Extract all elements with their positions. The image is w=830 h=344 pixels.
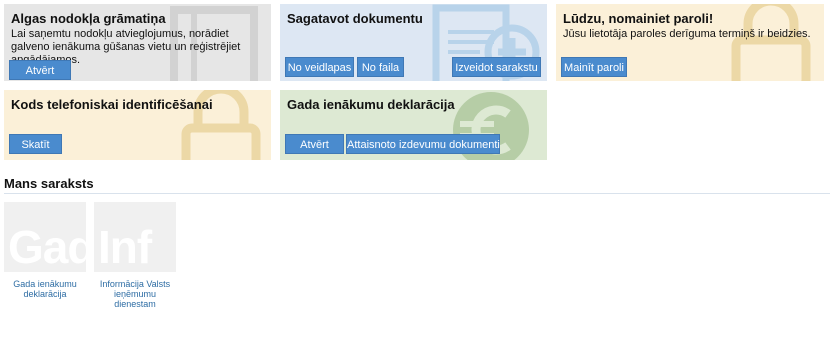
- tile-kods-telefoniskai: Kods telefoniskai identificēšanai Skatīt: [4, 90, 271, 160]
- from-template-button[interactable]: No veidlapas: [285, 57, 354, 77]
- list-item-thumbnail[interactable]: Inf: [94, 202, 176, 272]
- tile-nomainiet-paroli: Lūdzu, nomainiet paroli! Jūsu lietotāja …: [556, 4, 824, 81]
- tile-title: Sagatavot dokumentu: [287, 11, 423, 26]
- view-button[interactable]: Skatīt: [9, 134, 62, 154]
- thumbnail-text: Gad: [8, 221, 86, 272]
- tile-title: Algas nodokļa grāmatiņa: [11, 11, 166, 26]
- from-file-button[interactable]: No faila: [357, 57, 404, 77]
- list-item-thumbnail[interactable]: Gad: [4, 202, 86, 272]
- change-password-button[interactable]: Mainīt paroli: [561, 57, 627, 77]
- tile-gada-deklaracija: Gada ienākumu deklarācija Atvērt Attaisn…: [280, 90, 547, 160]
- tile-title: Kods telefoniskai identificēšanai: [11, 97, 213, 112]
- list-item-label[interactable]: Gada ienākumu deklarācija: [4, 279, 86, 299]
- create-list-button[interactable]: Izveidot sarakstu: [452, 57, 541, 77]
- open-button[interactable]: Atvērt: [285, 134, 344, 154]
- divider: [4, 193, 830, 194]
- list-item-label[interactable]: Informācija Valsts ieņēmumu dienestam: [94, 279, 176, 309]
- my-list-title: Mans saraksts: [4, 176, 94, 191]
- tile-title: Gada ienākumu deklarācija: [287, 97, 455, 112]
- tile-title: Lūdzu, nomainiet paroli!: [563, 11, 714, 26]
- open-button[interactable]: Atvērt: [9, 60, 71, 80]
- justified-expenses-button[interactable]: Attaisnoto izdevumu dokumenti: [346, 134, 500, 154]
- tile-sagatavot-dokumentu: Sagatavot dokumentu No veidlapas No fail…: [280, 4, 547, 81]
- tile-algas-gramatina: Algas nodokļa grāmatiņa Lai saņemtu nodo…: [4, 4, 271, 81]
- tile-description: Jūsu lietotāja paroles derīguma termiņš …: [563, 28, 811, 40]
- lock-icon: [731, 4, 811, 81]
- thumbnail-text: Inf: [98, 221, 152, 272]
